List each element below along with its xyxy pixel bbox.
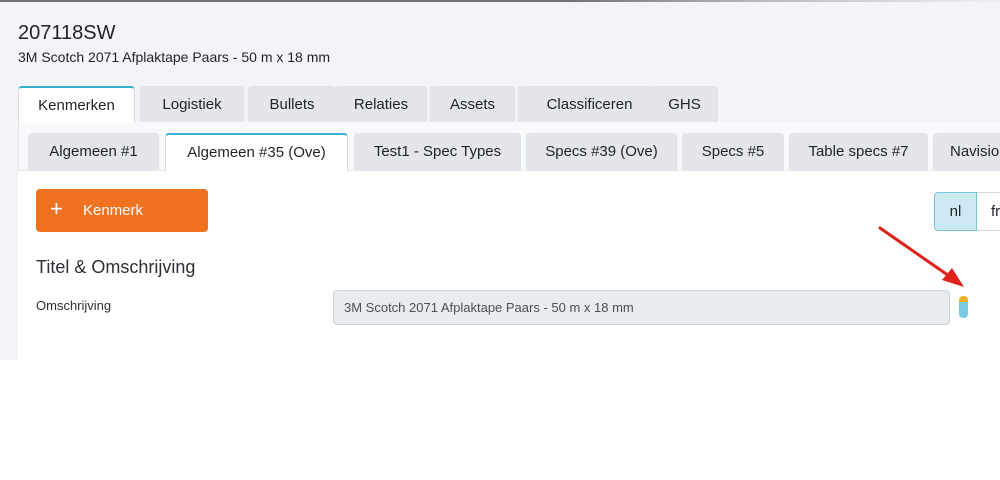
subtab-navisio[interactable]: Navisio [933, 133, 1000, 170]
tab-relaties[interactable]: Relaties [335, 86, 427, 122]
add-kenmerk-button[interactable]: + Kenmerk [36, 189, 208, 232]
tab-logistiek[interactable]: Logistiek [140, 86, 244, 122]
subtab-specs-39[interactable]: Specs #39 (Ove) [526, 133, 677, 170]
tab-assets[interactable]: Assets [430, 86, 515, 122]
add-kenmerk-label: Kenmerk [83, 202, 144, 219]
tab-bullets[interactable]: Bullets [248, 86, 336, 122]
plus-icon: + [50, 196, 63, 221]
tab-classificeren[interactable]: Classificeren [518, 86, 661, 122]
tab-kenmerken[interactable]: Kenmerken [18, 86, 135, 123]
red-arrow-annotation [878, 226, 964, 287]
omschrijving-field[interactable]: 3M Scotch 2071 Afplaktape Paars - 50 m x… [333, 290, 950, 325]
subtab-table-specs-7[interactable]: Table specs #7 [789, 133, 928, 170]
subtab-specs-5[interactable]: Specs #5 [682, 133, 784, 170]
subtab-algemeen-35[interactable]: Algemeen #35 (Ove) [165, 133, 348, 171]
subtab-algemeen-1[interactable]: Algemeen #1 [28, 133, 159, 170]
tab-ghs[interactable]: GHS [651, 86, 718, 122]
subtab-test1-spec-types[interactable]: Test1 - Spec Types [354, 133, 521, 170]
product-title: 3M Scotch 2071 Afplaktape Paars - 50 m x… [18, 49, 331, 65]
language-fr-button[interactable]: fr [977, 192, 1000, 231]
omschrijving-label: Omschrijving [36, 298, 112, 313]
section-title: Titel & Omschrijving [36, 257, 196, 277]
product-code: 207118SW [18, 22, 116, 44]
